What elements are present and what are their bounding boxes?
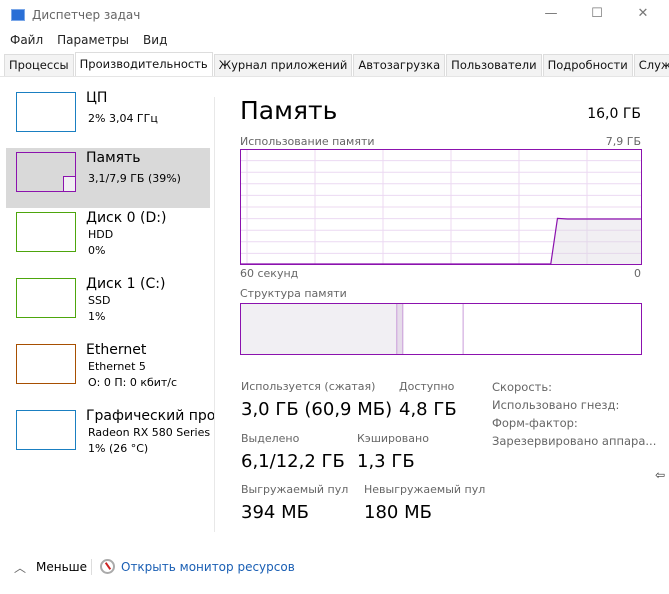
sidebar-thumbnail-graph xyxy=(16,92,76,132)
task-manager-icon xyxy=(11,9,25,21)
structure-standby xyxy=(402,303,464,355)
nonpaged-pool-label: Невыгружаемый пул xyxy=(364,483,486,496)
in-use-label: Используется (сжатая) xyxy=(241,380,376,393)
in-use-value: 3,0 ГБ (60,9 МБ) xyxy=(241,399,393,420)
minimize-icon[interactable]: — xyxy=(536,6,566,26)
sidebar-item[interactable]: Графический про Radeon RX 580 Series 1% … xyxy=(6,406,215,466)
tab-0[interactable]: Процессы xyxy=(4,54,74,76)
close-icon[interactable]: ✕ xyxy=(628,6,658,26)
structure-modified xyxy=(396,303,403,355)
resource-monitor-icon xyxy=(100,559,115,574)
sidebar-item[interactable]: Диск 1 (C:) SSD 1% xyxy=(6,274,210,334)
sidebar-divider xyxy=(214,97,215,532)
sidebar-item-detail: Ethernet 5 xyxy=(88,360,146,373)
memory-structure-bar xyxy=(240,303,642,355)
sidebar-item[interactable]: ЦП 2% 3,04 ГГц xyxy=(6,88,210,148)
sidebar-item-title: Ethernet xyxy=(86,342,147,358)
sidebar-thumbnail-graph xyxy=(16,410,76,450)
sidebar-item-detail: SSD xyxy=(88,294,111,307)
fewer-details-button[interactable]: Меньше xyxy=(36,560,87,574)
menu-bar: Файл Параметры Вид xyxy=(10,33,181,47)
sidebar-thumbnail-graph xyxy=(16,212,76,252)
sidebar-item-detail: 3,1/7,9 ГБ (39%) xyxy=(88,172,181,185)
sidebar-item-detail: 2% 3,04 ГГц xyxy=(88,112,158,125)
paged-pool-label: Выгружаемый пул xyxy=(241,483,349,496)
title-bar: Диспетчер задач — ☐ ✕ xyxy=(0,0,669,32)
tab-5[interactable]: Подробности xyxy=(542,54,633,76)
cached-value: 1,3 ГБ xyxy=(357,451,415,472)
window-title: Диспетчер задач xyxy=(32,8,141,22)
sidebar-item[interactable]: Память 3,1/7,9 ГБ (39%) xyxy=(6,148,210,208)
sidebar-item-title: Диск 1 (C:) xyxy=(86,276,166,292)
sidebar-item-value: 1% (26 °C) xyxy=(88,442,149,455)
committed-label: Выделено xyxy=(241,432,300,445)
info-slots: Использовано гнезд: xyxy=(492,398,620,412)
sidebar-item-detail: HDD xyxy=(88,228,114,241)
structure-label: Структура памяти xyxy=(240,287,347,300)
available-value: 4,8 ГБ xyxy=(399,399,457,420)
page-title: Память xyxy=(240,96,338,125)
open-resource-monitor-link[interactable]: Открыть монитор ресурсов xyxy=(121,560,295,574)
maximize-icon[interactable]: ☐ xyxy=(582,6,612,26)
time-right-label: 0 xyxy=(634,267,641,280)
sidebar-item-value: 0% xyxy=(88,244,106,257)
nonpaged-pool-value: 180 МБ xyxy=(364,502,432,523)
memory-thumb-fill xyxy=(63,176,75,191)
resize-cursor-icon: ⇦ xyxy=(655,468,666,482)
time-left-label: 60 секунд xyxy=(240,267,299,280)
tab-4[interactable]: Пользователи xyxy=(446,54,542,76)
committed-value: 6,1/12,2 ГБ xyxy=(241,451,345,472)
tab-2[interactable]: Журнал приложений xyxy=(213,54,353,76)
tab-1[interactable]: Производительность xyxy=(74,52,213,76)
cached-label: Кэшировано xyxy=(357,432,429,445)
menu-options[interactable]: Параметры xyxy=(57,33,129,47)
memory-usage-graph xyxy=(240,149,642,265)
sidebar-item-title: Память xyxy=(86,150,141,166)
tab-3[interactable]: Автозагрузка xyxy=(353,54,446,76)
sidebar-item-value: 1% xyxy=(88,310,106,323)
sidebar-item-title: Графический про xyxy=(86,408,216,424)
structure-in-use xyxy=(240,303,397,355)
structure-free xyxy=(463,303,642,355)
info-speed: Скорость: xyxy=(492,380,553,394)
paged-pool-value: 394 МБ xyxy=(241,502,309,523)
sidebar-item-detail: Radeon RX 580 Series xyxy=(88,426,211,439)
chevron-up-icon[interactable]: ︿ xyxy=(14,559,26,576)
usage-max: 7,9 ГБ xyxy=(605,135,641,148)
tab-6[interactable]: Службы xyxy=(633,54,669,76)
sidebar-item-value: О: 0 П: 0 кбит/с xyxy=(88,376,178,389)
tab-divider xyxy=(0,76,669,77)
menu-file[interactable]: Файл xyxy=(10,33,43,47)
info-form-factor: Форм-фактор: xyxy=(492,416,578,430)
menu-view[interactable]: Вид xyxy=(143,33,167,47)
sidebar-thumbnail-graph xyxy=(16,152,76,192)
tab-bar: Процессы Производительность Журнал приложе… xyxy=(4,52,669,76)
sidebar-item[interactable]: Ethernet Ethernet 5 О: 0 П: 0 кбит/с xyxy=(6,340,210,400)
sidebar-item-title: ЦП xyxy=(86,90,108,106)
sidebar-thumbnail-graph xyxy=(16,344,76,384)
usage-label: Использование памяти xyxy=(240,135,375,148)
sidebar-item-title: Диск 0 (D:) xyxy=(86,210,167,226)
sidebar-thumbnail-graph xyxy=(16,278,76,318)
available-label: Доступно xyxy=(399,380,455,393)
footer-divider xyxy=(91,559,92,575)
sidebar-item[interactable]: Диск 0 (D:) HDD 0% xyxy=(6,208,210,268)
info-reserved: Зарезервировано аппара... xyxy=(492,434,657,448)
total-memory: 16,0 ГБ xyxy=(587,106,641,122)
